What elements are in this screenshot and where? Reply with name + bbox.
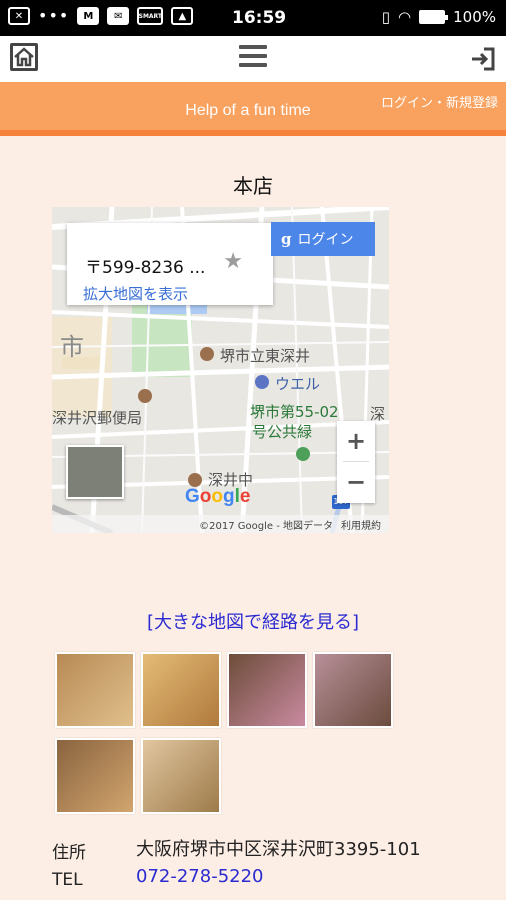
google-g-icon: g <box>281 230 292 248</box>
google-logo: Google <box>185 486 251 507</box>
tel-label: TEL <box>52 870 83 890</box>
store-photo-1[interactable] <box>55 652 135 728</box>
home-icon[interactable] <box>10 43 38 71</box>
map-label-school-east: 堺市立東深井 <box>220 347 311 365</box>
gmail-icon: M <box>77 7 100 25</box>
sign-in-icon[interactable] <box>470 46 496 72</box>
mail-icon: ✉ <box>107 7 130 25</box>
clock: 16:59 <box>232 8 287 28</box>
tel-link[interactable]: 072-278-5220 <box>136 866 264 887</box>
map-label-park-2: 号公共緑 <box>252 423 313 441</box>
app-nav-bar <box>0 36 506 82</box>
map-terms-link[interactable]: 利用規約 <box>341 517 381 532</box>
store-photo-2[interactable] <box>141 652 221 728</box>
page-title: 本店 <box>233 174 273 198</box>
map-copyright: ©2017 Google - 地図データ <box>199 520 333 532</box>
map-label-park-1: 堺市第55-02 <box>250 403 339 421</box>
wifi-icon: ◠ <box>398 8 412 26</box>
battery-icon <box>419 10 449 24</box>
address-value: 大阪府堺市中区深井沢町3395-101 <box>136 839 421 860</box>
hamburger-menu-icon[interactable] <box>239 45 267 69</box>
google-map[interactable]: 〒599-8236 ... ★ 拡大地図を表示 g ログイン 市 堺市立東深井 … <box>52 207 389 533</box>
postal-address: 〒599-8236 ... <box>85 258 206 278</box>
map-label-shop: ウエル <box>275 375 321 393</box>
store-photo-4[interactable] <box>313 652 393 728</box>
park-poi-icon <box>296 447 310 461</box>
map-info-card: 〒599-8236 ... ★ 拡大地図を表示 <box>67 223 273 305</box>
system-icons: ▯ ◠ 100% <box>382 8 496 26</box>
view-larger-map-link[interactable]: 拡大地図を表示 <box>83 283 188 304</box>
map-label-city: 市 <box>60 333 84 361</box>
more-dots-icon: ••• <box>38 6 70 25</box>
school-poi-icon-2 <box>188 473 202 487</box>
satellite-toggle[interactable] <box>66 445 124 499</box>
zoom-controls: + − <box>337 421 375 503</box>
x-box-icon: ✕ <box>8 7 30 25</box>
address-label: 住所 <box>52 843 86 863</box>
post-office-poi-icon <box>138 389 152 403</box>
star-icon[interactable]: ★ <box>223 249 243 274</box>
map-label-post-office: 深井沢郵便局 <box>52 409 143 427</box>
store-photo-3[interactable] <box>227 652 307 728</box>
zoom-out-button[interactable]: − <box>337 462 375 502</box>
google-login-label: ログイン <box>297 232 354 248</box>
vibrate-icon: ▯ <box>381 8 391 26</box>
shop-poi-icon <box>255 375 269 389</box>
store-photo-6[interactable] <box>141 738 221 814</box>
zoom-in-button[interactable]: + <box>337 421 375 461</box>
header-banner: Help of a fun time ログイン・新規登録 <box>0 82 506 130</box>
google-login-button[interactable]: g ログイン <box>271 222 375 256</box>
store-photo-5[interactable] <box>55 738 135 814</box>
school-poi-icon <box>200 347 214 361</box>
status-bar: ✕ ••• M ✉ SMART ▲ 16:59 ▯ ◠ 100% <box>0 0 506 36</box>
map-footer: ©2017 Google - 地図データ 利用規約 <box>52 515 389 533</box>
login-register-link[interactable]: ログイン・新規登録 <box>381 92 498 111</box>
news-icon: SMART <box>137 7 164 25</box>
large-map-route-link[interactable]: [大きな地図で経路を見る] <box>0 608 506 634</box>
notification-icons: ✕ ••• M ✉ SMART ▲ <box>8 6 194 25</box>
battery-level: 100% <box>453 8 496 26</box>
image-icon: ▲ <box>171 7 194 25</box>
